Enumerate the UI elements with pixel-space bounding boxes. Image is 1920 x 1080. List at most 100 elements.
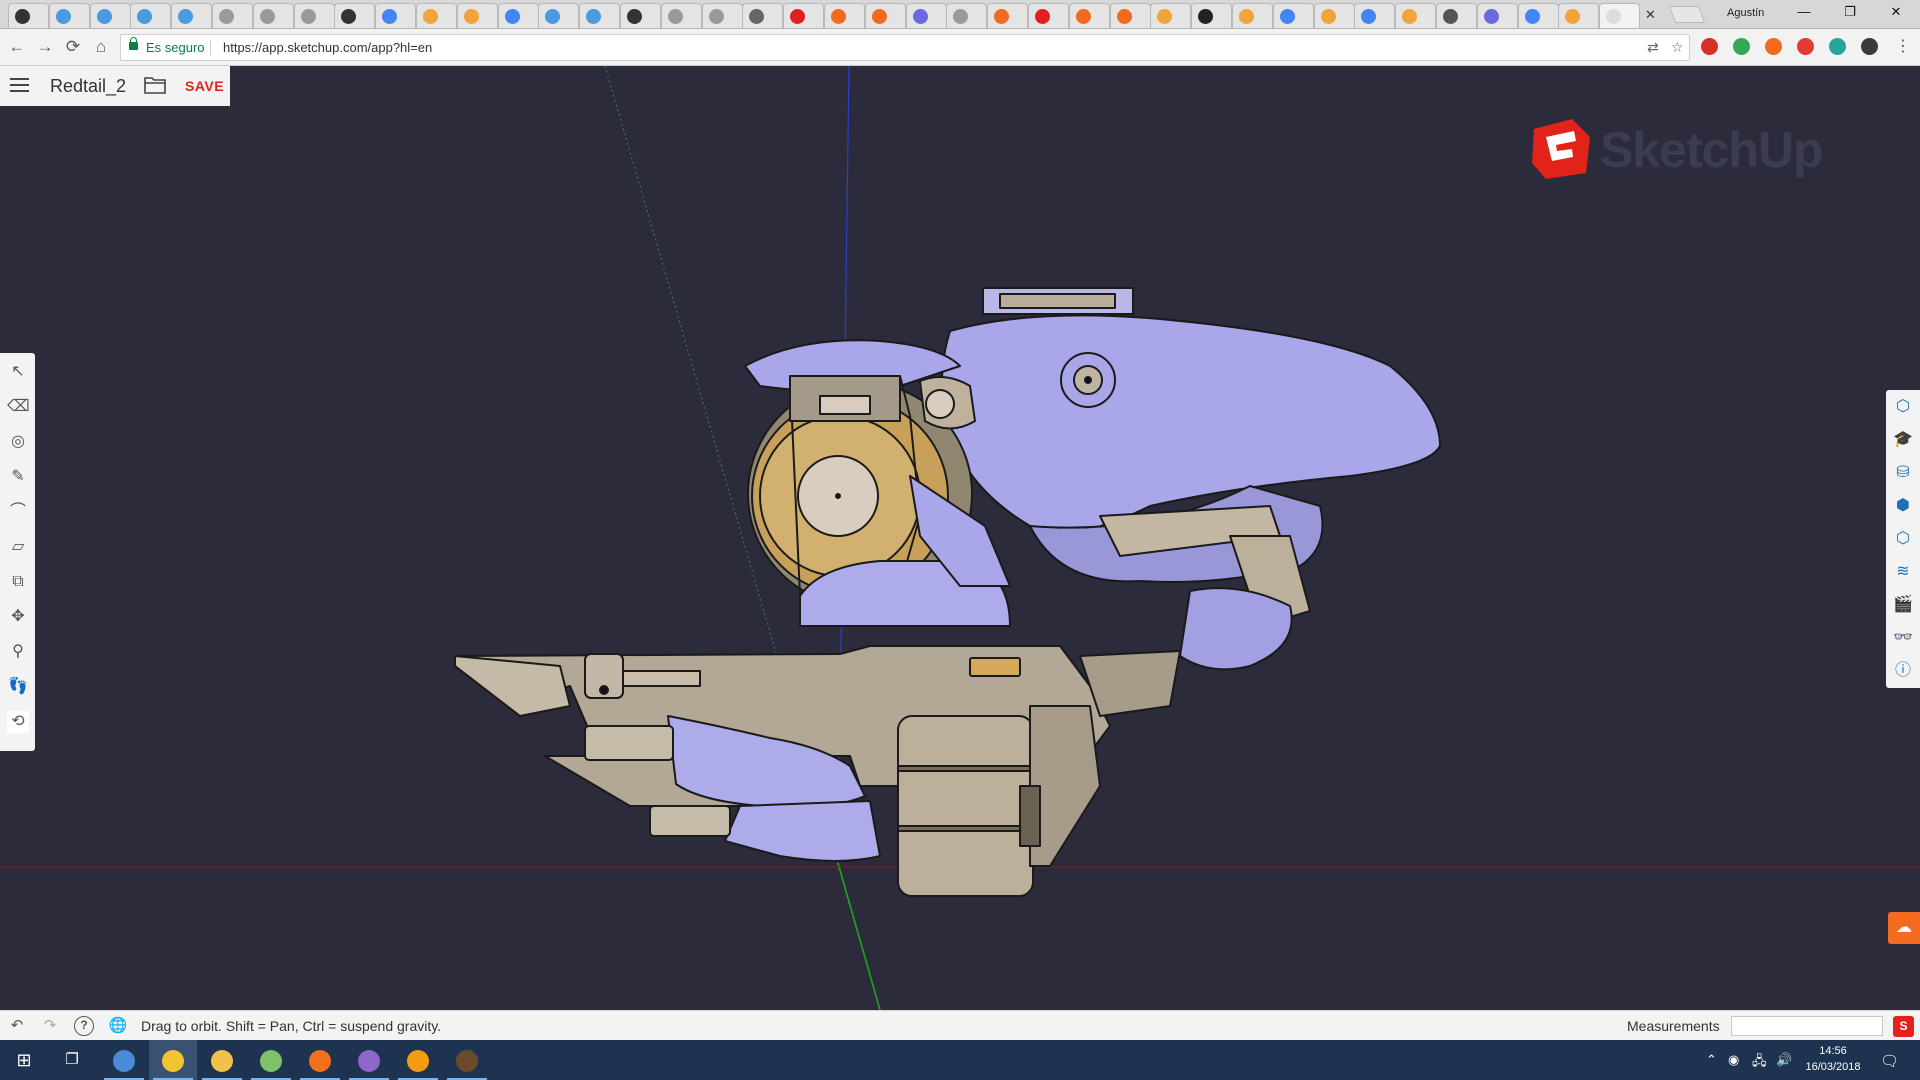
browser-tab[interactable] <box>1436 3 1477 28</box>
reload-button[interactable]: ⟳ <box>63 37 83 57</box>
browser-menu-icon[interactable]: ⋮ <box>1895 36 1911 56</box>
browser-tab[interactable] <box>987 3 1029 28</box>
browser-tab[interactable] <box>456 3 498 28</box>
instructor-icon[interactable]: 🎓 <box>1892 429 1914 451</box>
model-info-icon[interactable]: ⓘ <box>1892 660 1914 682</box>
browser-tab[interactable] <box>334 3 376 28</box>
modeling-viewport[interactable] <box>0 66 1920 1010</box>
translate-icon[interactable]: ⇄ <box>1647 39 1659 56</box>
browser-tab[interactable] <box>416 3 457 28</box>
scenes-icon[interactable]: 🎬 <box>1892 594 1914 616</box>
entity-info-icon[interactable]: ⬡ <box>1892 396 1914 418</box>
browser-tab[interactable] <box>8 3 49 28</box>
sketchup-mini-icon[interactable]: S <box>1893 1016 1914 1037</box>
redo-icon[interactable]: ↷ <box>40 1016 60 1036</box>
orbit-tool-icon[interactable]: ⟲ <box>7 711 29 733</box>
tab-close-icon[interactable]: ✕ <box>1645 7 1656 23</box>
browser-tab[interactable] <box>1517 3 1559 28</box>
materials-icon[interactable]: ⬢ <box>1892 495 1914 517</box>
file-explorer-app[interactable] <box>198 1040 246 1080</box>
globe-icon[interactable]: 🌐 <box>108 1016 128 1036</box>
browser-tab[interactable] <box>48 3 90 28</box>
browser-tab[interactable] <box>946 3 988 28</box>
github-desktop-app[interactable] <box>345 1040 393 1080</box>
browser-tab[interactable] <box>1354 3 1396 28</box>
browser-tab[interactable] <box>538 3 580 28</box>
minimize-button[interactable]: — <box>1781 4 1827 19</box>
browser-tab[interactable] <box>212 3 253 28</box>
browser-tab[interactable] <box>783 3 825 28</box>
components-icon[interactable]: ⛁ <box>1892 462 1914 484</box>
new-tab-button[interactable] <box>1668 6 1706 23</box>
start-button[interactable]: ⊞ <box>0 1040 48 1080</box>
undo-icon[interactable]: ↶ <box>7 1016 27 1036</box>
chrome-app[interactable] <box>149 1040 197 1080</box>
android-studio-app[interactable] <box>247 1040 295 1080</box>
restore-button[interactable]: ❐ <box>1827 4 1873 20</box>
browser-tab[interactable] <box>293 3 335 28</box>
browser-tab[interactable] <box>1395 3 1437 28</box>
game-app[interactable] <box>443 1040 491 1080</box>
arc-tool-icon[interactable]: ⌒ <box>7 501 29 523</box>
notifications-icon[interactable]: 🗨 <box>1880 1052 1899 1070</box>
pencil-tool-icon[interactable]: ✎ <box>7 466 29 488</box>
save-button[interactable]: SAVE <box>185 78 224 94</box>
browser-tab[interactable] <box>252 3 294 28</box>
measurements-input[interactable] <box>1731 1016 1883 1036</box>
hamburger-menu-icon[interactable] <box>10 78 29 93</box>
browser-tab[interactable] <box>1028 3 1069 28</box>
browser-tab[interactable] <box>130 3 172 28</box>
tape-tool-icon[interactable]: ⚲ <box>7 641 29 663</box>
extension-icon[interactable] <box>1765 38 1782 55</box>
extension-icon[interactable] <box>1733 38 1750 55</box>
browser-tab[interactable] <box>89 3 131 28</box>
browser-tab[interactable] <box>1599 3 1641 28</box>
model-name[interactable]: Redtail_2 <box>50 76 126 97</box>
url-text[interactable]: https://app.sketchup.com/app?hl=en <box>223 40 432 55</box>
network-tray-icon[interactable]: 🖧 <box>1752 1052 1767 1074</box>
browser-tab[interactable] <box>375 3 417 28</box>
steam-tray-icon[interactable]: ◉ <box>1728 1052 1739 1068</box>
display-icon[interactable]: 👓 <box>1892 627 1914 649</box>
paint-tool-icon[interactable]: ◎ <box>7 431 29 453</box>
walk-tool-icon[interactable]: 👣 <box>7 676 29 698</box>
eraser-tool-icon[interactable]: ⌫ <box>7 396 30 418</box>
help-icon[interactable]: ? <box>74 1016 94 1036</box>
select-tool-icon[interactable]: ↖ <box>7 361 29 383</box>
firefox-app[interactable] <box>296 1040 344 1080</box>
browser-tab[interactable] <box>497 3 539 28</box>
task-view-button[interactable]: ❐ <box>48 1040 96 1080</box>
extension-icon[interactable] <box>1861 38 1878 55</box>
styles-icon[interactable]: ⬡ <box>1892 528 1914 550</box>
browser-tab[interactable] <box>1150 3 1192 28</box>
browser-tab[interactable] <box>701 3 743 28</box>
browser-tab[interactable] <box>1558 3 1600 28</box>
browser-tab[interactable] <box>1232 3 1273 28</box>
browser-tab[interactable] <box>1191 3 1233 28</box>
adblock-icon[interactable] <box>1797 38 1814 55</box>
browser-tab[interactable] <box>1068 3 1110 28</box>
move-tool-icon[interactable]: ✥ <box>7 606 29 628</box>
browser-tab[interactable] <box>1476 3 1518 28</box>
cloud-save-icon[interactable]: ☁ <box>1888 912 1920 944</box>
folder-icon[interactable] <box>144 75 166 94</box>
browser-tab[interactable] <box>1313 3 1355 28</box>
browser-tab[interactable] <box>1272 3 1314 28</box>
browser-tab[interactable] <box>905 3 947 28</box>
bookmark-star-icon[interactable]: ☆ <box>1671 39 1684 56</box>
browser-tab[interactable] <box>1109 3 1151 28</box>
extension-icon[interactable] <box>1701 38 1718 55</box>
sublime-app[interactable] <box>394 1040 442 1080</box>
home-button[interactable]: ⌂ <box>91 37 111 57</box>
browser-tab[interactable] <box>171 3 213 28</box>
layers-icon[interactable]: ≋ <box>1892 561 1914 583</box>
browser-tab[interactable] <box>660 3 702 28</box>
browser-tab[interactable] <box>579 3 621 28</box>
browser-tab[interactable] <box>864 3 906 28</box>
extension-icon[interactable] <box>1829 38 1846 55</box>
close-window-button[interactable]: ✕ <box>1873 4 1919 20</box>
back-button[interactable]: ← <box>7 37 27 57</box>
profile-name[interactable]: Agustín <box>1727 7 1764 19</box>
system-clock[interactable]: 14:56 16/03/2018 <box>1788 1043 1878 1075</box>
browser-tab[interactable] <box>742 3 784 28</box>
